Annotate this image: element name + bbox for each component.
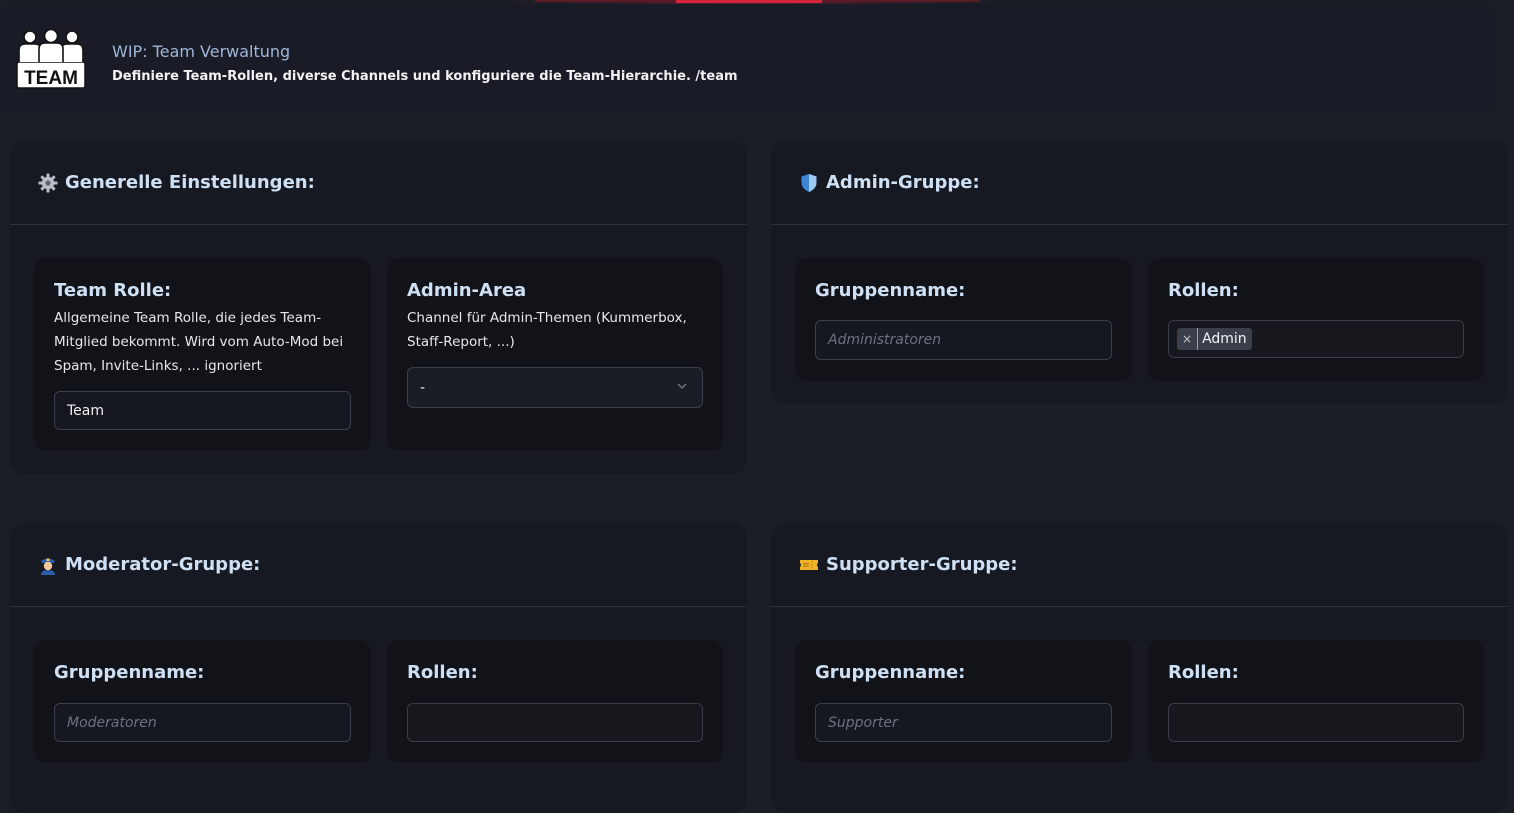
page-description: Definiere Team-Rollen, diverse Channels … <box>112 69 738 84</box>
moderator-group-name-section: Gruppenname: Moderatoren <box>34 640 371 763</box>
admin-group-header: Admin-Gruppe: <box>771 141 1508 225</box>
admin-area-section: Admin-Area Channel für Admin-Themen (Kum… <box>387 258 723 451</box>
supporter-group-name-label: Gruppenname: <box>815 662 966 683</box>
logo-text: TEAM <box>24 68 78 89</box>
supporter-roles-label: Rollen: <box>1168 662 1239 683</box>
remove-role-button[interactable]: × <box>1177 328 1199 350</box>
gear-icon <box>37 172 59 194</box>
admin-group-title: Admin-Gruppe: <box>826 172 980 193</box>
team-role-section: Team Rolle: Allgemeine Team Rolle, die j… <box>34 258 371 451</box>
role-chip-label: Admin <box>1202 331 1247 347</box>
moderator-group-name-label: Gruppenname: <box>54 662 205 683</box>
moderator-roles-section: Rollen: <box>387 640 723 763</box>
team-role-description: Allgemeine Team Rolle, die jedes Team-Mi… <box>54 310 344 374</box>
supporter-group-title: Supporter-Gruppe: <box>826 554 1018 575</box>
admin-area-selected-value: - <box>420 379 426 396</box>
chevron-down-icon <box>677 383 687 390</box>
shield-icon <box>798 172 820 194</box>
moderator-group-title: Moderator-Gruppe: <box>65 554 261 575</box>
police-officer-icon <box>37 554 59 576</box>
moderator-roles-multiselect[interactable] <box>407 703 703 742</box>
supporter-roles-section: Rollen: <box>1148 640 1484 763</box>
admin-group-card: Admin-Gruppe: Gruppenname: Administrator… <box>771 141 1508 404</box>
supporter-group-name-input[interactable]: Supporter <box>815 703 1112 742</box>
admin-group-name-input[interactable]: Administratoren <box>815 320 1112 360</box>
supporter-group-card: Supporter-Gruppe: Gruppenname: Supporter… <box>771 523 1508 813</box>
team-role-title: Team Rolle: <box>54 280 172 301</box>
page-title: WIP: Team Verwaltung <box>112 42 291 61</box>
supporter-group-name-section: Gruppenname: Supporter <box>795 640 1132 763</box>
admin-roles-section: Rollen: × Admin <box>1148 258 1484 381</box>
top-accent-red <box>676 0 822 3</box>
moderator-group-card: Moderator-Gruppe: Gruppenname: Moderator… <box>10 523 747 813</box>
admin-group-name-label: Gruppenname: <box>815 280 966 301</box>
module-header: TEAM WIP: Team Verwaltung Definiere Team… <box>0 4 1496 114</box>
general-settings-header: Generelle Einstellungen: <box>10 141 747 225</box>
admin-roles-multiselect[interactable]: × Admin <box>1168 320 1464 358</box>
general-settings-title: Generelle Einstellungen: <box>65 172 315 193</box>
moderator-group-header: Moderator-Gruppe: <box>10 523 747 607</box>
moderator-group-name-input[interactable]: Moderatoren <box>54 703 351 742</box>
general-settings-card: Generelle Einstellungen: Team Rolle: All… <box>10 141 747 474</box>
admin-group-name-section: Gruppenname: Administratoren <box>795 258 1132 381</box>
team-role-input[interactable]: Team <box>54 391 351 430</box>
role-chip-admin: × Admin <box>1177 328 1252 350</box>
admin-area-description: Channel für Admin-Themen (Kummerbox, Sta… <box>407 310 687 350</box>
team-logo-icon: TEAM <box>16 28 86 89</box>
ticket-icon <box>798 554 820 576</box>
admin-roles-label: Rollen: <box>1168 280 1239 301</box>
admin-area-title: Admin-Area <box>407 280 527 301</box>
admin-area-select[interactable]: - <box>407 367 703 408</box>
supporter-group-header: Supporter-Gruppe: <box>771 523 1508 607</box>
moderator-roles-label: Rollen: <box>407 662 478 683</box>
supporter-roles-multiselect[interactable] <box>1168 703 1464 742</box>
